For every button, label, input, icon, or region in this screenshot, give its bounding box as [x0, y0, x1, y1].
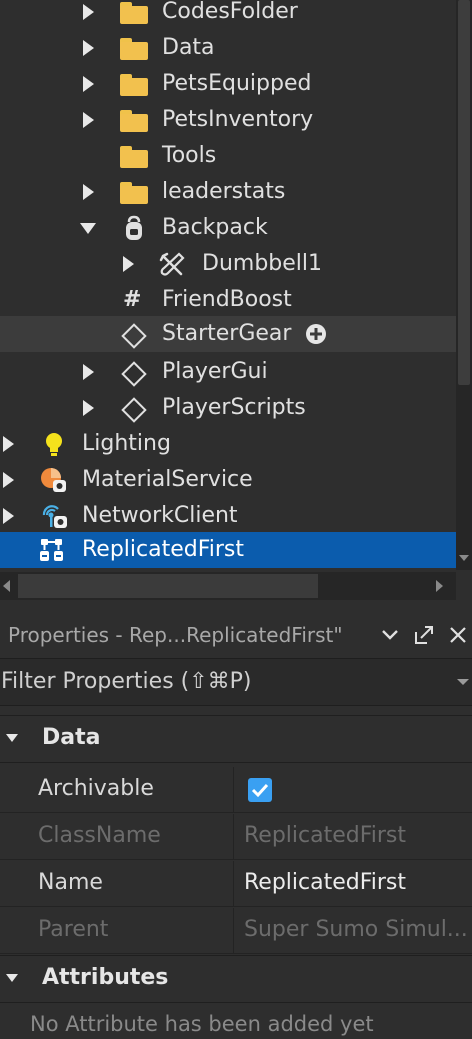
column-divider: [233, 814, 234, 860]
backpack-icon: [126, 215, 142, 240]
section-title: Data: [42, 725, 101, 750]
folder-icon: [120, 38, 148, 60]
property-row-parent: Parent Super Sumo Simul...: [0, 908, 472, 954]
add-object-icon[interactable]: [305, 323, 327, 345]
undock-icon[interactable]: [413, 624, 435, 646]
filter-placeholder: Filter Properties (⇧⌘P): [1, 669, 252, 694]
tree-item-label: leaderstats: [162, 179, 286, 204]
tree-item-label: Data: [162, 35, 215, 60]
expand-arrow-icon[interactable]: [83, 76, 94, 92]
tree-item-backpack[interactable]: Backpack: [0, 210, 456, 246]
properties-header: Properties - Rep...ReplicatedFirst": [0, 612, 472, 659]
property-row-name[interactable]: Name ReplicatedFirst: [0, 861, 472, 907]
collapse-arrow-icon[interactable]: [5, 973, 19, 983]
tree-item-label: FriendBoost: [162, 287, 292, 312]
tree-item-label: PlayerScripts: [162, 395, 306, 420]
tree-item-label: Lighting: [82, 431, 171, 456]
tree-item-networkclient[interactable]: NetworkClient: [0, 498, 456, 534]
tree-item-label: StarterGear: [162, 321, 292, 346]
diamond-icon: [121, 323, 147, 349]
horizontal-scrollbar-thumb[interactable]: [18, 574, 318, 598]
folder-icon: [120, 110, 148, 132]
material-service-icon: [41, 468, 66, 492]
tree-item-tools[interactable]: Tools: [0, 138, 456, 174]
tree-item-materialservice[interactable]: MaterialService: [0, 462, 456, 498]
scroll-right-arrow-icon[interactable]: [434, 579, 444, 593]
folder-icon: [120, 74, 148, 96]
no-attributes-message: No Attribute has been added yet: [30, 1012, 374, 1036]
tree-item-friendboost[interactable]: # FriendBoost: [0, 282, 456, 318]
property-value: ReplicatedFirst: [244, 823, 407, 848]
tree-item-petsinventory[interactable]: PetsInventory: [0, 102, 456, 138]
tree-item-label: MaterialService: [82, 467, 253, 492]
tree-item-playergui[interactable]: PlayerGui: [0, 354, 456, 390]
expand-arrow-icon[interactable]: [83, 4, 94, 20]
property-name: Archivable: [38, 776, 154, 801]
column-divider: [233, 767, 234, 813]
diamond-icon: [121, 397, 147, 423]
tree-item-data[interactable]: Data: [0, 30, 456, 66]
folder-icon: [120, 146, 148, 168]
explorer-panel: CodesFolder Data PetsEquipped PetsInvent…: [0, 0, 472, 600]
tree-item-petsequipped[interactable]: PetsEquipped: [0, 66, 456, 102]
filter-properties-input[interactable]: Filter Properties (⇧⌘P): [0, 659, 472, 706]
folder-icon: [120, 182, 148, 204]
diamond-icon: [121, 361, 147, 387]
tree-item-label: NetworkClient: [82, 503, 238, 528]
property-value: Super Sumo Simul...: [244, 917, 468, 942]
properties-title: Properties - Rep...ReplicatedFirst": [8, 623, 343, 647]
hash-icon: #: [123, 287, 142, 312]
tree-item-playerscripts[interactable]: PlayerScripts: [0, 390, 456, 426]
tree-item-codesfolder[interactable]: CodesFolder: [0, 0, 456, 30]
vertical-scrollbar-thumb[interactable]: [458, 0, 470, 385]
tree-item-label: CodesFolder: [162, 0, 298, 24]
tree-item-startergear[interactable]: StarterGear: [0, 316, 456, 352]
scroll-left-arrow-icon[interactable]: [2, 579, 12, 593]
filter-dropdown-icon[interactable]: [456, 677, 470, 687]
property-name: ClassName: [38, 823, 161, 848]
tree-item-label: ReplicatedFirst: [82, 537, 245, 562]
replicated-first-icon: [40, 539, 63, 561]
expand-arrow-icon[interactable]: [83, 40, 94, 56]
folder-icon: [120, 2, 148, 24]
column-divider: [233, 908, 234, 954]
tree-item-label: Backpack: [162, 215, 268, 240]
tree-item-label: PetsInventory: [162, 107, 314, 132]
tree-item-leaderstats[interactable]: leaderstats: [0, 174, 456, 210]
tree-item-label: Tools: [162, 143, 217, 168]
section-title: Attributes: [42, 965, 169, 990]
name-value-field[interactable]: ReplicatedFirst: [244, 868, 470, 898]
expand-arrow-icon[interactable]: [3, 472, 14, 488]
archivable-checkbox[interactable]: [248, 778, 272, 802]
expand-arrow-icon[interactable]: [83, 400, 94, 416]
lightbulb-icon: [46, 433, 62, 456]
tree-item-label: Dumbbell1: [202, 251, 323, 276]
expand-arrow-icon[interactable]: [3, 508, 14, 524]
expand-arrow-icon[interactable]: [3, 436, 14, 452]
expand-arrow-icon[interactable]: [83, 112, 94, 128]
tree-item-label: PetsEquipped: [162, 71, 312, 96]
section-attributes[interactable]: Attributes: [0, 955, 472, 1003]
close-icon[interactable]: [449, 626, 467, 644]
property-name: Parent: [38, 917, 109, 942]
property-row-archivable: Archivable: [0, 767, 472, 813]
tree-item-replicatedfirst[interactable]: ReplicatedFirst: [0, 532, 456, 568]
property-row-classname: ClassName ReplicatedFirst: [0, 814, 472, 860]
tool-icon: [159, 252, 185, 276]
tree-item-label: PlayerGui: [162, 359, 268, 384]
property-name: Name: [38, 870, 103, 895]
tree-item-dumbbell1[interactable]: Dumbbell1: [0, 246, 456, 282]
column-divider: [233, 861, 234, 907]
tree-item-lighting[interactable]: Lighting: [0, 426, 456, 462]
expand-arrow-icon[interactable]: [83, 184, 94, 200]
expand-arrow-icon[interactable]: [123, 256, 134, 272]
scroll-down-arrow-icon[interactable]: [458, 552, 470, 564]
expand-arrow-icon[interactable]: [83, 364, 94, 380]
chevron-down-icon[interactable]: [381, 628, 399, 642]
collapse-arrow-icon[interactable]: [5, 733, 19, 743]
section-data[interactable]: Data: [0, 715, 472, 763]
collapse-arrow-icon[interactable]: [80, 223, 96, 234]
network-client-icon: [42, 505, 67, 528]
